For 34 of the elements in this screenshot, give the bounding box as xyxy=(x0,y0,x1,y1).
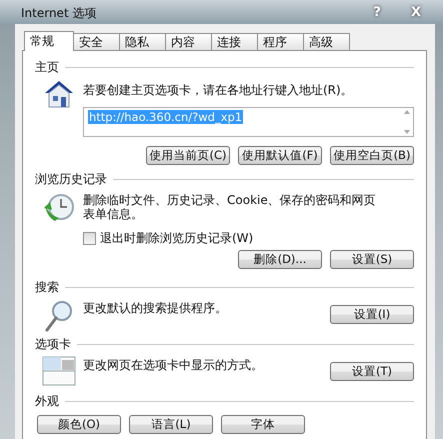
description-text: 更改网页在选项卡中显示的方式。 xyxy=(83,357,264,372)
dialog-button[interactable]: 使用空白页(B) xyxy=(330,146,414,165)
search-icon xyxy=(44,299,74,333)
dialog-button[interactable]: 语言(L) xyxy=(129,415,213,434)
scrollbar[interactable] xyxy=(401,108,413,136)
dialog-button[interactable]: 字体 xyxy=(221,415,305,434)
dialog-button[interactable]: 设置(T) xyxy=(330,362,414,381)
checkbox[interactable] xyxy=(83,232,96,245)
dialog-button[interactable]: 设置(I) xyxy=(330,305,414,324)
dialog-button[interactable]: 使用当前页(C) xyxy=(146,146,230,165)
tabs-icon xyxy=(42,356,76,386)
section-title: 选项卡 xyxy=(35,336,71,352)
checkbox-label: 退出时删除浏览历史记录(W) xyxy=(100,230,254,247)
dialog-button[interactable]: 颜色(O) xyxy=(37,415,121,434)
description-text: 若要创建主页选项卡，请在各地址行键入地址(R)。 xyxy=(83,82,354,97)
tab[interactable]: 常规 xyxy=(24,31,74,51)
house-icon xyxy=(43,79,75,109)
section-title: 主页 xyxy=(35,58,59,76)
description-text: 更改默认的搜索提供程序。 xyxy=(83,300,228,315)
tab[interactable]: 安全 xyxy=(73,33,120,50)
section-title: 搜索 xyxy=(35,278,59,296)
tab[interactable]: 程序 xyxy=(257,33,304,50)
clock-icon xyxy=(43,191,75,223)
window-title: Internet 选项 xyxy=(21,4,96,22)
dialog-button[interactable]: 使用默认值(F) xyxy=(238,146,322,165)
dialog-button[interactable]: 设置(S) xyxy=(330,250,414,269)
description-text: 删除临时文件、历史记录、Cookie、保存的密码和网页表单信息。 xyxy=(83,192,377,221)
section-title: 外观 xyxy=(35,392,59,410)
tab[interactable]: 隐私 xyxy=(119,33,166,50)
tab[interactable]: 高级 xyxy=(303,33,350,50)
tab[interactable]: 内容 xyxy=(165,33,212,50)
dialog-button[interactable]: 删除(D)... xyxy=(238,250,322,269)
section-title: 浏览历史记录 xyxy=(35,170,107,188)
tab[interactable]: 连接 xyxy=(211,33,258,50)
